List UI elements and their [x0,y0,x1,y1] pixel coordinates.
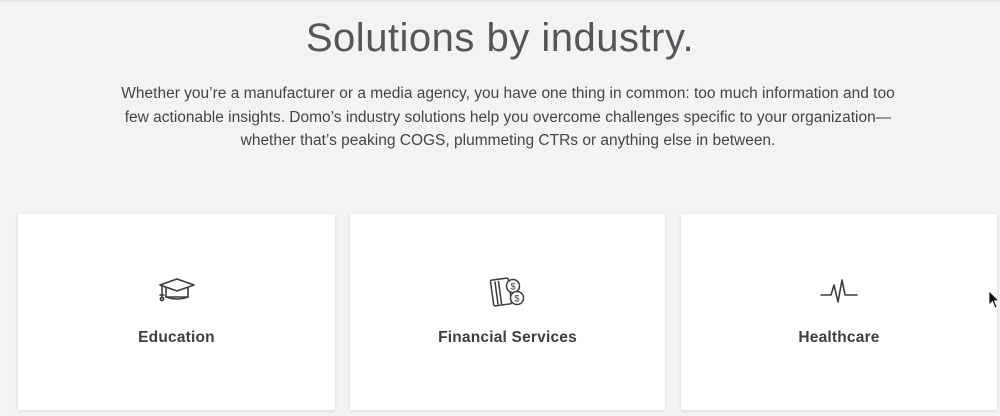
industry-solutions-section: Solutions by industry. Whether you’re a … [0,0,1000,416]
card-label: Healthcare [798,329,880,346]
industry-card-healthcare[interactable]: Healthcare [681,214,997,410]
graduation-cap-icon [155,270,199,314]
mouse-cursor-icon [988,290,1000,310]
card-label: Financial Services [438,329,577,346]
industry-card-financial-services[interactable]: $ $ Financial Services [350,214,665,410]
card-label: Education [138,329,215,346]
svg-text:$: $ [514,294,519,304]
heartbeat-line-icon [817,270,861,314]
industry-cards: Education $ $ Financial Services Healthc… [18,214,1000,416]
svg-text:$: $ [510,282,515,292]
section-intro: Whether you’re a manufacturer or a media… [90,82,926,153]
top-divider [0,0,1000,2]
card-and-coins-icon: $ $ [486,270,530,314]
section-title: Solutions by industry. [305,16,695,60]
intro-line: Whether you’re a manufacturer or a media… [121,85,895,102]
intro-line: few actionable insights. Domo’s industry… [124,108,892,126]
intro-line: whether that’s peaking COGS, plummeting … [240,132,776,149]
industry-card-education[interactable]: Education [18,214,335,410]
